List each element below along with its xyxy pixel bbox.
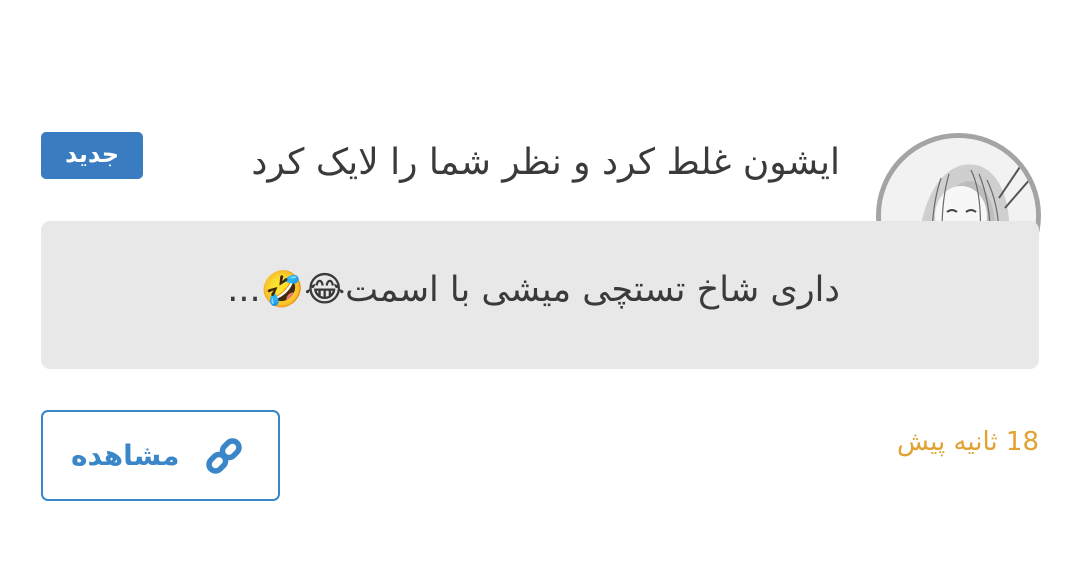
new-badge: جدید <box>41 132 143 179</box>
notification-title: ایشون غلط کرد و نظر شما را لایک کرد <box>251 142 840 183</box>
view-button[interactable]: مشاهده <box>41 410 280 501</box>
view-button-label: مشاهده <box>71 439 180 472</box>
notification-card: ایشون غلط کرد و نظر شما را لایک کرد جدید… <box>0 0 1080 565</box>
timestamp: 18 ثانیه پیش <box>896 427 1039 457</box>
comment-text: داری شاخ تستچی میشی با اسمت😂🤣... <box>227 270 840 310</box>
link-icon <box>206 438 242 474</box>
